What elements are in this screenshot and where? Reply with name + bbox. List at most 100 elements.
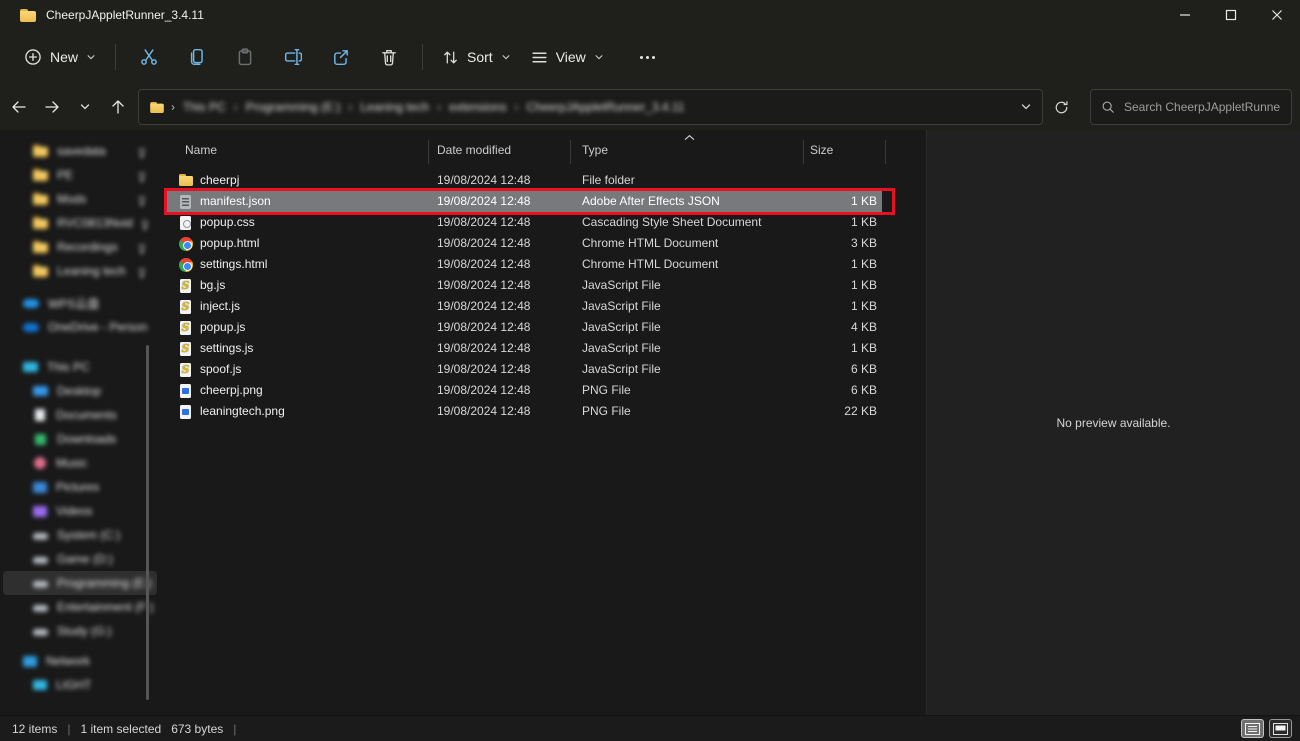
more-options-button[interactable] xyxy=(628,39,668,75)
sidebar-scrollbar[interactable] xyxy=(146,345,149,700)
table-row[interactable]: popup.js 19/08/2024 12:48 JavaScript Fil… xyxy=(160,317,925,338)
view-button[interactable]: View xyxy=(521,41,614,74)
table-row[interactable]: spoof.js 19/08/2024 12:48 JavaScript Fil… xyxy=(160,359,925,380)
recent-locations-button[interactable] xyxy=(69,91,101,123)
table-row[interactable]: leaningtech.png 19/08/2024 12:48 PNG Fil… xyxy=(160,401,925,422)
cut-button[interactable] xyxy=(129,39,169,75)
column-header-name[interactable]: Name xyxy=(185,143,217,157)
new-button-label: New xyxy=(50,49,78,65)
breadcrumb-item[interactable]: extensions xyxy=(447,100,508,114)
column-headers: Name Date modified Type Size xyxy=(160,130,925,166)
back-button[interactable] xyxy=(3,91,35,123)
toolbar-divider xyxy=(115,44,116,70)
sidebar-group-pinned: savedata PE Mods RVC0813Nvid Recordings … xyxy=(0,139,160,283)
delete-button[interactable] xyxy=(369,39,409,75)
sidebar-item-label: This PC xyxy=(47,360,90,374)
sidebar-item-study-g-[interactable]: Study (G:) xyxy=(3,619,157,643)
sidebar-item-music[interactable]: Music xyxy=(3,451,157,475)
address-dropdown-button[interactable] xyxy=(1020,101,1032,113)
file-type: JavaScript File xyxy=(582,359,798,380)
sidebar-item-wps-[interactable]: WPS云盘 xyxy=(3,291,157,315)
sidebar-item-label: Network xyxy=(46,654,90,668)
sidebar-item-onedrive-person[interactable]: OneDrive - Person xyxy=(3,315,157,339)
column-header-size[interactable]: Size xyxy=(810,143,833,157)
paste-button[interactable] xyxy=(225,39,265,75)
sidebar-item-documents[interactable]: Documents xyxy=(3,403,157,427)
breadcrumb-separator: › xyxy=(431,100,447,114)
minimize-button[interactable] xyxy=(1162,0,1208,30)
sidebar-item-rvc0813nvid[interactable]: RVC0813Nvid xyxy=(3,211,157,235)
table-row[interactable]: cheerpj 19/08/2024 12:48 File folder xyxy=(160,170,925,191)
close-button[interactable] xyxy=(1254,0,1300,30)
sidebar-item-downloads[interactable]: Downloads xyxy=(3,427,157,451)
sidebar-item-recordings[interactable]: Recordings xyxy=(3,235,157,259)
sidebar-item-programming-e-[interactable]: Programming (E:) xyxy=(3,571,157,595)
table-row[interactable]: manifest.json 19/08/2024 12:48 Adobe Aft… xyxy=(160,191,925,212)
column-header-date-modified[interactable]: Date modified xyxy=(437,143,511,157)
file-size: 1 KB xyxy=(803,296,877,317)
table-row[interactable]: popup.html 19/08/2024 12:48 Chrome HTML … xyxy=(160,233,925,254)
breadcrumb-item[interactable]: Leaning tech xyxy=(358,100,431,114)
sidebar-item-system-c-[interactable]: System (C:) xyxy=(3,523,157,547)
new-button[interactable]: New xyxy=(14,40,106,74)
refresh-button[interactable] xyxy=(1046,91,1076,123)
breadcrumb-item[interactable]: This PC xyxy=(181,100,228,114)
toolbar-divider xyxy=(422,44,423,70)
sidebar-item-game-d-[interactable]: Game (D:) xyxy=(3,547,157,571)
table-row[interactable]: bg.js 19/08/2024 12:48 JavaScript File 1… xyxy=(160,275,925,296)
sort-button[interactable]: Sort xyxy=(432,41,521,74)
ellipsis-icon xyxy=(640,56,655,59)
address-bar[interactable]: › This PC›Programming (E:)›Leaning tech›… xyxy=(138,89,1043,125)
trash-icon xyxy=(380,48,398,66)
breadcrumb-separator: › xyxy=(508,100,524,114)
search-input[interactable] xyxy=(1124,100,1281,114)
table-row[interactable]: cheerpj.png 19/08/2024 12:48 PNG File 6 … xyxy=(160,380,925,401)
search-box[interactable] xyxy=(1090,89,1292,125)
sidebar-item-light[interactable]: LIGHT xyxy=(3,673,157,697)
rename-icon xyxy=(284,48,302,66)
sidebar-item-savedata[interactable]: savedata xyxy=(3,139,157,163)
pin-icon xyxy=(139,268,145,274)
table-row[interactable]: settings.js 19/08/2024 12:48 JavaScript … xyxy=(160,338,925,359)
table-row[interactable]: settings.html 19/08/2024 12:48 Chrome HT… xyxy=(160,254,925,275)
sidebar-item-entertainment-f-[interactable]: Entertainment (F:) xyxy=(3,595,157,619)
sidebar-item-this-pc[interactable]: This PC xyxy=(3,355,157,379)
breadcrumb-item[interactable]: Programming (E:) xyxy=(244,100,343,114)
sidebar-item-pictures[interactable]: Pictures xyxy=(3,475,157,499)
file-name: settings.js xyxy=(200,338,432,359)
sidebar-item-desktop[interactable]: Desktop xyxy=(3,379,157,403)
sidebar-item-icon xyxy=(23,323,39,332)
details-view-toggle[interactable] xyxy=(1241,719,1264,738)
sidebar-item-leaning-tech[interactable]: Leaning tech xyxy=(3,259,157,283)
file-icon xyxy=(178,362,194,378)
column-divider[interactable] xyxy=(428,140,429,164)
file-name: popup.css xyxy=(200,212,432,233)
breadcrumb-item[interactable]: CheerpJAppletRunner_3.4.11 xyxy=(524,100,686,114)
sidebar-item-pe[interactable]: PE xyxy=(3,163,157,187)
table-row[interactable]: popup.css 19/08/2024 12:48 Cascading Sty… xyxy=(160,212,925,233)
maximize-button[interactable] xyxy=(1208,0,1254,30)
sidebar-item-network[interactable]: Network xyxy=(3,649,157,673)
column-divider[interactable] xyxy=(570,140,571,164)
file-icon xyxy=(178,341,194,357)
title-bar: CheerpJAppletRunner_3.4.11 xyxy=(0,0,1300,30)
clipboard-icon xyxy=(236,48,254,66)
sidebar-item-label: PE xyxy=(57,168,73,182)
file-type: JavaScript File xyxy=(582,275,798,296)
thumbnails-view-toggle[interactable] xyxy=(1269,719,1292,738)
up-button[interactable] xyxy=(102,91,134,123)
sidebar-item-mods[interactable]: Mods xyxy=(3,187,157,211)
copy-button[interactable] xyxy=(177,39,217,75)
column-header-type[interactable]: Type xyxy=(582,143,608,157)
column-divider[interactable] xyxy=(885,140,886,164)
sidebar-item-label: Downloads xyxy=(57,432,116,446)
share-button[interactable] xyxy=(321,39,361,75)
file-name: cheerpj.png xyxy=(200,380,432,401)
table-row[interactable]: inject.js 19/08/2024 12:48 JavaScript Fi… xyxy=(160,296,925,317)
rename-button[interactable] xyxy=(273,39,313,75)
column-divider[interactable] xyxy=(803,140,804,164)
sidebar-item-videos[interactable]: Videos xyxy=(3,499,157,523)
forward-button[interactable] xyxy=(36,91,68,123)
file-icon xyxy=(178,194,194,210)
file-type: Chrome HTML Document xyxy=(582,233,798,254)
